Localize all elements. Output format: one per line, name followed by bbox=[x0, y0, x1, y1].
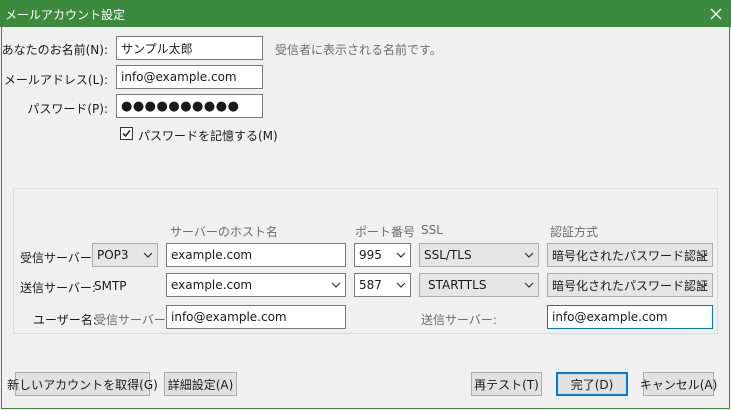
outgoing-auth-value: 暗号化されたパスワード認証 bbox=[552, 278, 709, 293]
outgoing-host-combo[interactable]: example.com bbox=[166, 273, 346, 297]
name-input[interactable]: サンプル太郎 bbox=[116, 36, 263, 60]
incoming-ssl-value: SSL/TLS bbox=[424, 248, 472, 262]
password-label: パスワード(P): bbox=[27, 102, 108, 116]
cancel-button[interactable]: キャンセル(A) bbox=[640, 372, 717, 396]
chevron-down-icon bbox=[396, 252, 406, 258]
close-icon bbox=[710, 8, 722, 19]
username-incoming-input[interactable]: info@example.com bbox=[166, 305, 346, 329]
username-outgoing-label: 送信サーバー: bbox=[421, 313, 497, 327]
incoming-host-input[interactable]: example.com bbox=[166, 243, 346, 267]
chevron-down-icon bbox=[331, 282, 341, 288]
outgoing-auth-select[interactable]: 暗号化されたパスワード認証 bbox=[547, 273, 713, 297]
outgoing-protocol-label: SMTP bbox=[94, 279, 127, 293]
chevron-down-icon bbox=[143, 252, 153, 258]
incoming-protocol-select[interactable]: POP3 bbox=[92, 243, 158, 267]
outgoing-port-value: 587 bbox=[359, 278, 382, 292]
window-title: メールアカウント設定 bbox=[5, 8, 126, 22]
incoming-port-value: 995 bbox=[359, 248, 382, 262]
retest-button[interactable]: 再テスト(T) bbox=[471, 372, 542, 396]
chevron-down-icon bbox=[698, 282, 708, 288]
remember-password-checkbox[interactable] bbox=[120, 127, 133, 140]
name-label: あなたのお名前(N): bbox=[1, 43, 108, 57]
checkmark-icon bbox=[122, 130, 131, 138]
get-new-account-button[interactable]: 新しいアカウントを取得(G) bbox=[7, 372, 158, 396]
name-hint: 受信者に表示される名前です。 bbox=[275, 43, 442, 57]
col-port-header: ポート番号 bbox=[355, 225, 416, 239]
username-outgoing-input[interactable]: info@example.com bbox=[547, 305, 713, 329]
outgoing-port-combo[interactable]: 587 bbox=[354, 273, 411, 297]
chevron-down-icon bbox=[524, 282, 534, 288]
chevron-down-icon bbox=[524, 252, 534, 258]
incoming-port-combo[interactable]: 995 bbox=[354, 243, 411, 267]
col-auth-header: 認証方式 bbox=[550, 225, 599, 239]
password-input[interactable]: ●●●●●●●●●● bbox=[116, 94, 263, 118]
incoming-protocol-value: POP3 bbox=[97, 248, 129, 262]
email-label: メールアドレス(L): bbox=[3, 73, 108, 87]
close-button[interactable] bbox=[701, 0, 731, 27]
col-ssl-header: SSL bbox=[421, 223, 443, 237]
outgoing-ssl-select[interactable]: STARTTLS bbox=[419, 273, 539, 297]
incoming-auth-select[interactable]: 暗号化されたパスワード認証 bbox=[547, 243, 713, 267]
incoming-ssl-select[interactable]: SSL/TLS bbox=[419, 243, 539, 267]
email-input[interactable]: info@example.com bbox=[116, 65, 263, 89]
remember-password-label: パスワードを記憶する(M) bbox=[138, 129, 278, 143]
outgoing-host-value: example.com bbox=[171, 278, 253, 292]
title-bar: メールアカウント設定 bbox=[0, 0, 731, 27]
done-button[interactable]: 完了(D) bbox=[556, 372, 628, 396]
advanced-settings-button[interactable]: 詳細設定(A) bbox=[164, 372, 237, 396]
incoming-server-label: 受信サーバー: bbox=[20, 251, 96, 265]
username-incoming-label: 受信サーバー: bbox=[94, 313, 170, 327]
col-hostname-header: サーバーのホスト名 bbox=[170, 225, 278, 239]
username-label: ユーザー名: bbox=[33, 313, 97, 327]
outgoing-server-label: 送信サーバー: bbox=[20, 281, 96, 295]
chevron-down-icon bbox=[396, 282, 406, 288]
outgoing-ssl-value: STARTTLS bbox=[428, 278, 487, 292]
chevron-down-icon bbox=[698, 252, 708, 258]
incoming-auth-value: 暗号化されたパスワード認証 bbox=[552, 248, 709, 263]
